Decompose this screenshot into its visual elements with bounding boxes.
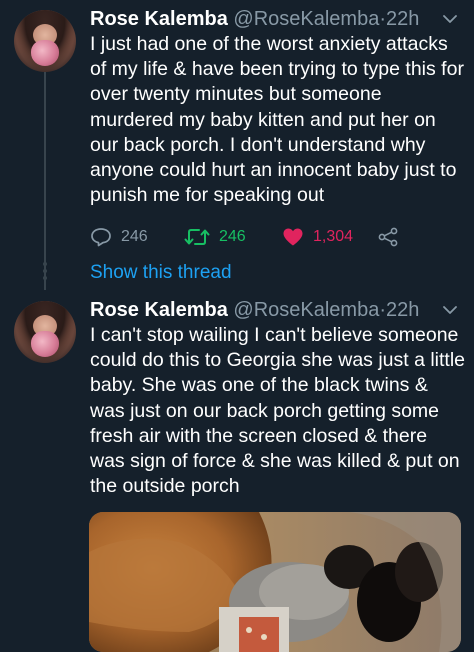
tweet-time[interactable]: 22h (386, 299, 419, 321)
share-button[interactable] (377, 223, 399, 251)
tweet-time[interactable]: 22h (386, 8, 419, 30)
tweet-text: I can't stop wailing I can't believe som… (90, 324, 466, 498)
tweet-header: Rose Kalemba @RoseKalemba·22h (90, 6, 460, 32)
separator-dot: · (379, 299, 387, 321)
chevron-down-icon[interactable] (443, 305, 457, 315)
author-handle[interactable]: @RoseKalemba (233, 299, 379, 321)
photo-image (89, 512, 461, 652)
like-count: 1,304 (313, 228, 354, 245)
retweet-count: 246 (219, 228, 246, 245)
like-button[interactable]: 1,304 (282, 223, 353, 251)
share-icon (378, 227, 398, 247)
tweet-header: Rose Kalemba @RoseKalemba·22h (90, 297, 460, 323)
separator-dot: · (379, 8, 387, 30)
show-thread-link[interactable]: Show this thread (90, 260, 232, 286)
tweet-photo[interactable] (89, 512, 461, 652)
tweet-text: I just had one of the worst anxiety atta… (90, 33, 464, 207)
reply-count: 246 (121, 228, 148, 245)
tweet-1[interactable]: Rose Kalemba @RoseKalemba·22h I just had… (0, 6, 474, 296)
retweet-icon (184, 229, 210, 245)
reply-icon (91, 228, 111, 247)
avatar[interactable] (14, 301, 76, 363)
chevron-down-icon[interactable] (443, 14, 457, 24)
author-name[interactable]: Rose Kalemba (90, 8, 228, 30)
avatar[interactable] (14, 10, 76, 72)
author-name[interactable]: Rose Kalemba (90, 299, 228, 321)
author-handle[interactable]: @RoseKalemba (233, 8, 379, 30)
retweet-button[interactable]: 246 (184, 223, 246, 251)
heart-icon (283, 228, 303, 246)
tweet-actions: 246 246 1,304 (90, 223, 450, 251)
reply-button[interactable]: 246 (90, 223, 148, 251)
